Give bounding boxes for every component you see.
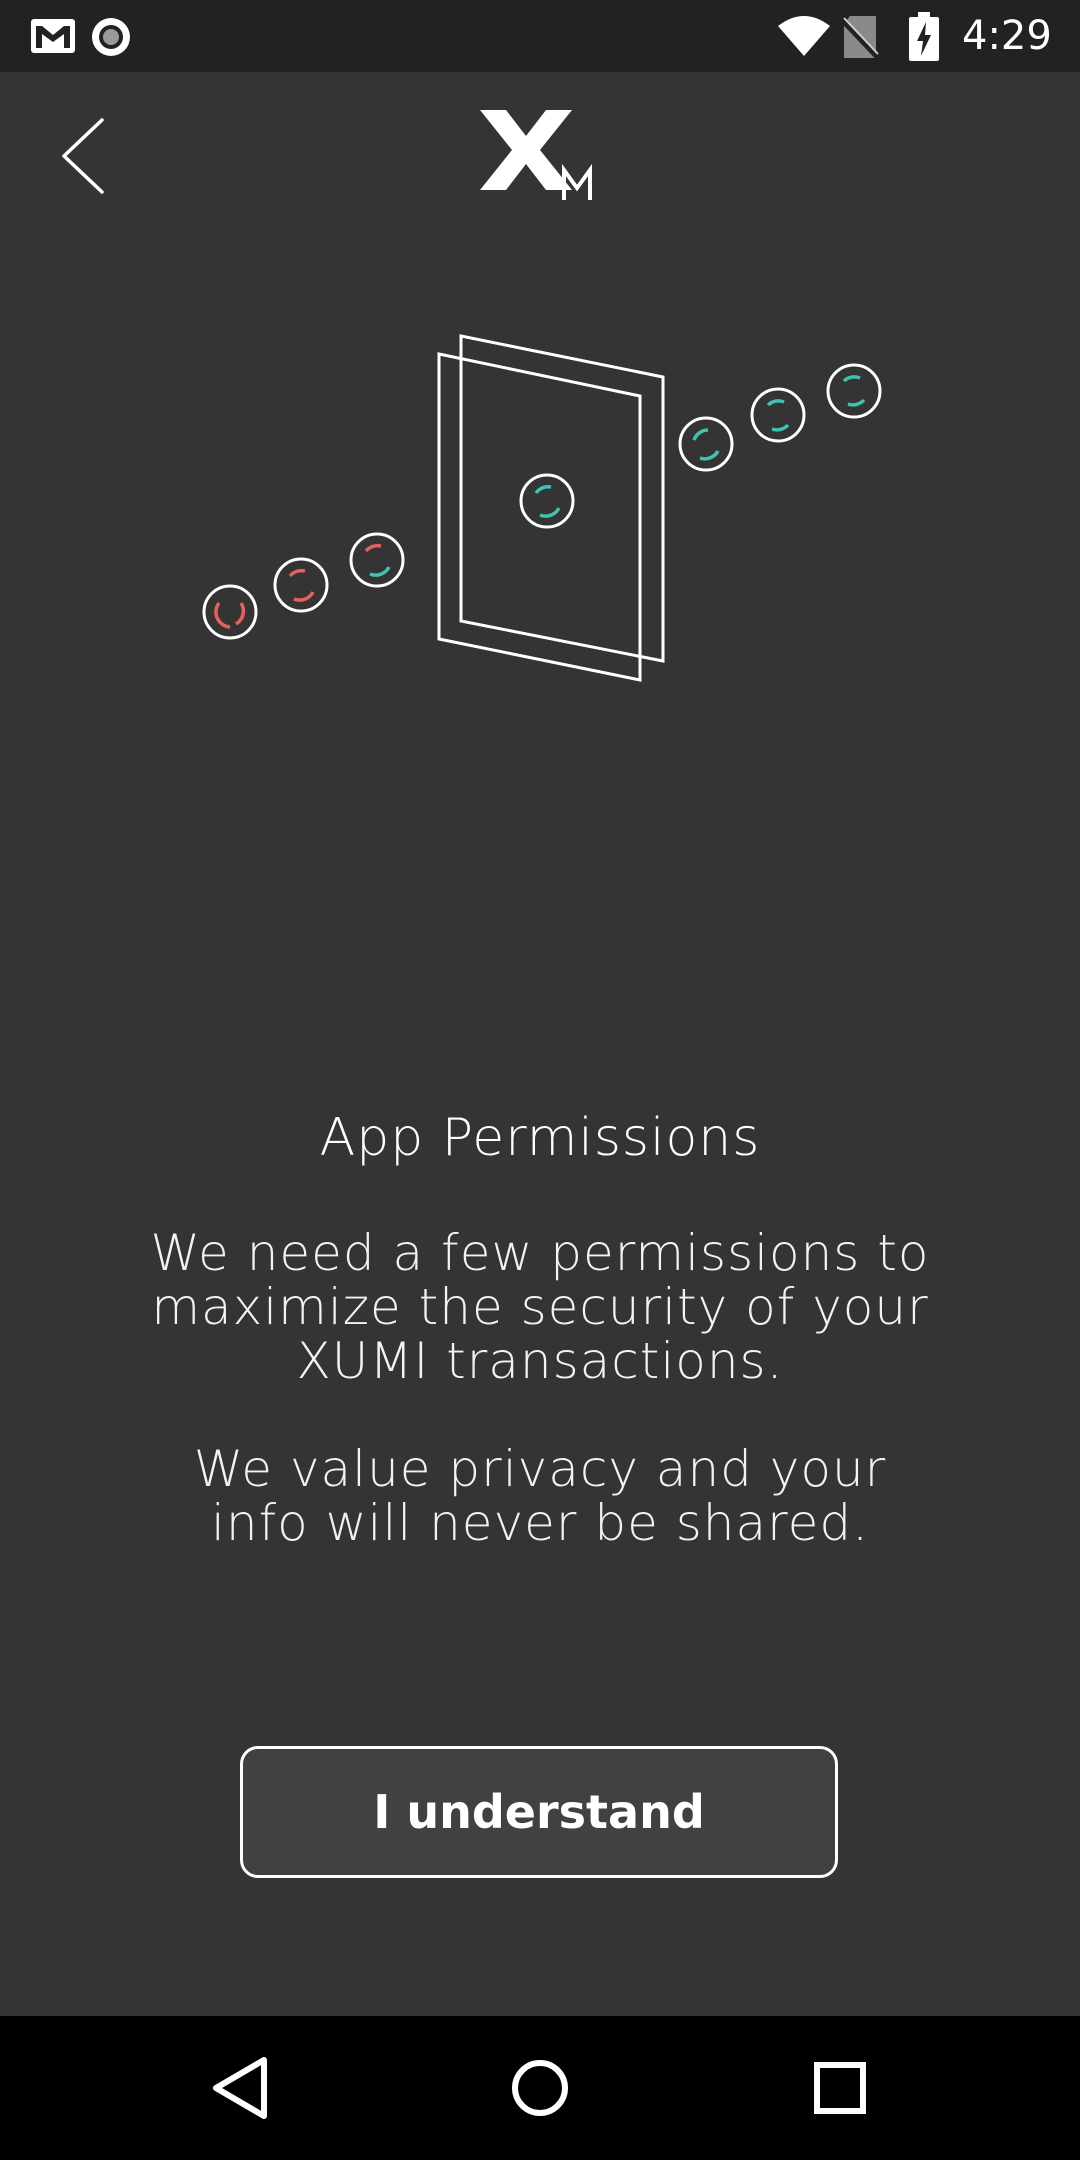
record-icon [92, 18, 130, 56]
secure-transfer-illustration [202, 334, 882, 682]
mixed-token [349, 532, 405, 588]
gmail-icon [31, 19, 75, 53]
status-bar: 4:29 [0, 0, 1080, 72]
chevron-left-icon [62, 118, 104, 194]
no-sim-icon [840, 16, 880, 60]
system-nav-bar [0, 2016, 1080, 2160]
teal-token-2 [750, 387, 806, 443]
rear-panel [459, 334, 665, 663]
teal-token-3 [826, 363, 882, 419]
center-token [519, 473, 575, 529]
privacy-statement: We value privacy and your info will neve… [193, 1440, 887, 1552]
xm-logo [480, 110, 592, 200]
red-token-2 [273, 557, 329, 613]
back-button[interactable] [52, 112, 116, 200]
battery-charging-icon [909, 12, 939, 61]
front-panel [437, 352, 642, 682]
status-clock: 4:29 [962, 13, 1052, 59]
app-screen: 4:29 App Permissions We need a few permi… [0, 0, 1080, 2160]
permissions-description: We need a few permissions to maximize th… [150, 1224, 930, 1390]
back-triangle-icon[interactable] [200, 2048, 280, 2128]
i-understand-button[interactable]: I understand [240, 1746, 838, 1878]
page-title: App Permissions [319, 1108, 761, 1168]
red-token-1 [202, 584, 258, 640]
wifi-icon [778, 16, 830, 56]
home-circle-icon[interactable] [500, 2048, 580, 2128]
teal-token-1 [678, 416, 734, 472]
recents-square-icon[interactable] [800, 2048, 880, 2128]
